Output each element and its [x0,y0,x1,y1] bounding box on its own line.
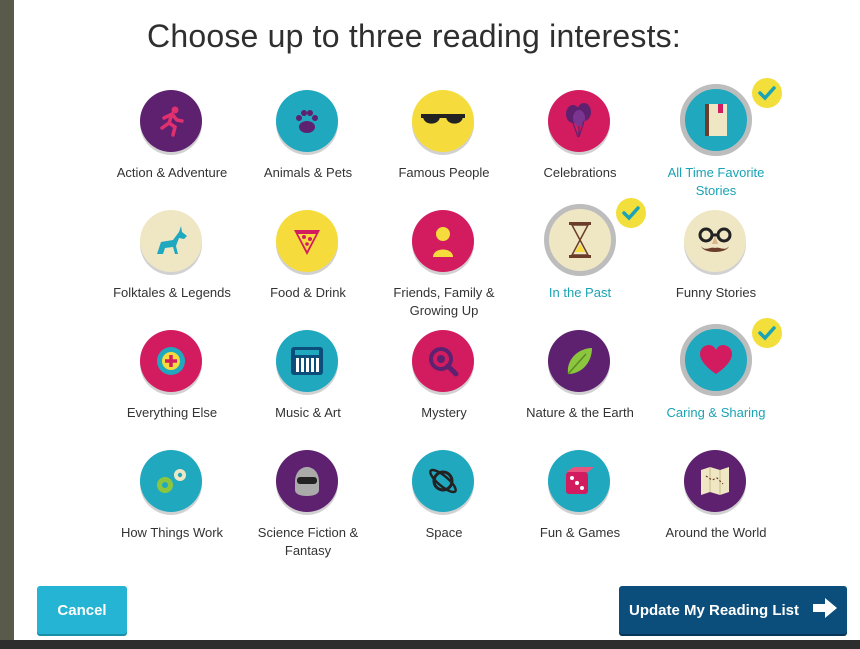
interest-badge [276,330,340,394]
interest-option[interactable]: Celebrations [512,88,648,208]
interest-label: In the Past [548,285,612,300]
balloons-icon [548,90,610,152]
cancel-button[interactable]: Cancel [37,586,127,634]
interest-option[interactable]: All Time Favorite Stories [648,78,784,208]
checkmark-icon [616,198,646,228]
interest-badge [276,90,340,154]
interest-option[interactable]: Funny Stories [648,208,784,328]
interest-badge [684,210,748,274]
sunglasses-icon [412,90,474,152]
interest-label: Action & Adventure [116,165,228,180]
interest-option[interactable]: Nature & the Earth [512,328,648,448]
modal-title: Choose up to three reading interests: [147,18,681,54]
interest-label: Caring & Sharing [666,405,766,420]
plus-target-icon [140,330,202,392]
interest-badge [276,210,340,274]
runner-icon [140,90,202,152]
interest-label: Food & Drink [270,285,346,300]
interest-label: Music & Art [275,405,341,420]
interest-badge [140,330,204,394]
interest-badge [140,210,204,274]
interest-badge [680,318,782,396]
interest-label: Animals & Pets [263,165,353,180]
interest-option[interactable]: Fun & Games [512,448,648,568]
interest-label: Science Fiction & Fantasy [257,525,359,558]
dice-icon [548,450,610,512]
interest-badge [544,198,646,276]
interest-badge [548,330,612,394]
interest-option[interactable]: Action & Adventure [104,88,240,208]
interest-badge [412,90,476,154]
interest-badge [548,90,612,154]
interest-badge [140,90,204,154]
checkmark-icon [752,318,782,348]
interest-option[interactable]: Everything Else [104,328,240,448]
interest-label: Around the World [665,525,767,540]
interest-option[interactable]: Science Fiction & Fantasy [240,448,376,568]
update-reading-list-button[interactable]: Update My Reading List [619,586,847,634]
interest-badge [140,450,204,514]
interest-grid: Action & Adventure Animals & Pets Famous P… [104,78,784,568]
interest-option[interactable]: Food & Drink [240,208,376,328]
interest-option[interactable]: Music & Art [240,328,376,448]
disguise-glasses-icon [684,210,746,272]
paw-icon [276,90,338,152]
leaf-icon [548,330,610,392]
interest-label: Space [425,525,463,540]
interest-option[interactable]: Animals & Pets [240,88,376,208]
interest-label: Fun & Games [539,525,621,540]
planet-icon [412,450,474,512]
interest-label: Folktales & Legends [113,285,231,300]
keyboard-icon [276,330,338,392]
interest-option[interactable]: In the Past [512,198,648,328]
background-page-bottom [0,640,860,649]
interest-badge [412,450,476,514]
interest-option[interactable]: Folktales & Legends [104,208,240,328]
robot-helmet-icon [276,450,338,512]
interest-option[interactable]: Friends, Family & Growing Up [376,208,512,328]
interest-badge [680,78,782,156]
interest-label: Mystery [421,405,467,420]
interest-badge [412,330,476,394]
interest-option[interactable]: How Things Work [104,448,240,568]
interest-option[interactable]: Famous People [376,88,512,208]
interest-option[interactable]: Space [376,448,512,568]
magnifier-icon [412,330,474,392]
interest-label: Famous People [398,165,490,180]
interest-badge [548,450,612,514]
unicorn-icon [140,210,202,272]
reading-interests-modal: Choose up to three reading interests: Ac… [14,0,860,640]
interest-label: All Time Favorite Stories [667,165,765,198]
interest-label: Everything Else [126,405,218,420]
heart-icon [680,324,752,396]
interest-badge [684,450,748,514]
gears-icon [140,450,202,512]
interest-label: Friends, Family & Growing Up [393,285,495,318]
interest-badge [276,450,340,514]
pizza-icon [276,210,338,272]
interest-label: How Things Work [120,525,224,540]
interest-option[interactable]: Mystery [376,328,512,448]
interest-label: Funny Stories [675,285,757,300]
checkmark-icon [752,78,782,108]
update-button-label: Update My Reading List [628,601,800,619]
interest-badge [412,210,476,274]
interest-option[interactable]: Caring & Sharing [648,318,784,448]
interest-option[interactable]: Around the World [648,448,784,568]
arrow-right-icon [813,598,838,622]
map-icon [684,450,746,512]
hourglass-icon [544,204,616,276]
interest-label: Nature & the Earth [526,405,634,420]
child-icon [412,210,474,272]
background-page [0,0,14,649]
interest-label: Celebrations [543,165,617,180]
book-icon [680,84,752,156]
